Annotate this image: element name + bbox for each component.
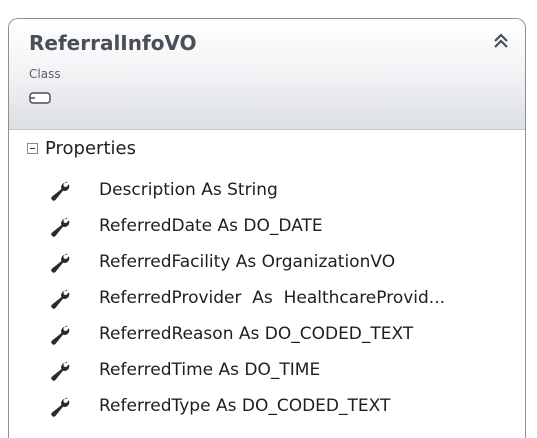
property-list: Description As String ReferredDate As DO… — [9, 174, 525, 426]
wrench-icon — [49, 397, 71, 419]
property-item[interactable]: Description As String — [9, 174, 525, 210]
property-text: ReferredDate As DO_DATE — [99, 216, 323, 236]
compartment-label: Properties — [45, 138, 136, 159]
wrench-icon — [49, 217, 71, 239]
class-name: ReferralInfoVO — [29, 31, 197, 55]
minus-box-icon[interactable] — [27, 143, 38, 154]
wrench-icon — [49, 289, 71, 311]
class-header[interactable]: ReferralInfoVO Class — [9, 19, 525, 130]
properties-compartment-header[interactable]: Properties — [9, 130, 525, 170]
property-text: ReferredType As DO_CODED_TEXT — [99, 396, 391, 416]
property-item[interactable]: ReferredTime As DO_TIME — [9, 354, 525, 390]
property-item[interactable]: ReferredReason As DO_CODED_TEXT — [9, 318, 525, 354]
property-item[interactable]: ReferredDate As DO_DATE — [9, 210, 525, 246]
property-text: ReferredReason As DO_CODED_TEXT — [99, 324, 414, 344]
class-shape[interactable]: ReferralInfoVO Class Properties Descript… — [8, 18, 526, 438]
property-text: ReferredFacility As OrganizationVO — [99, 252, 396, 272]
wrench-icon — [49, 181, 71, 203]
property-text: ReferredTime As DO_TIME — [99, 360, 321, 380]
property-item[interactable]: ReferredType As DO_CODED_TEXT — [9, 390, 525, 426]
property-text: Description As String — [99, 180, 278, 200]
wrench-icon — [49, 253, 71, 275]
double-chevron-up-icon[interactable] — [489, 29, 513, 53]
wrench-icon — [49, 325, 71, 347]
property-item[interactable]: ReferredFacility As OrganizationVO — [9, 246, 525, 282]
property-text: ReferredProvider As HealthcareProvid... — [99, 288, 446, 308]
class-glyph-icon — [29, 92, 51, 104]
property-item[interactable]: ReferredProvider As HealthcareProvid... — [9, 282, 525, 318]
class-stereotype: Class — [29, 67, 61, 81]
wrench-icon — [49, 361, 71, 383]
